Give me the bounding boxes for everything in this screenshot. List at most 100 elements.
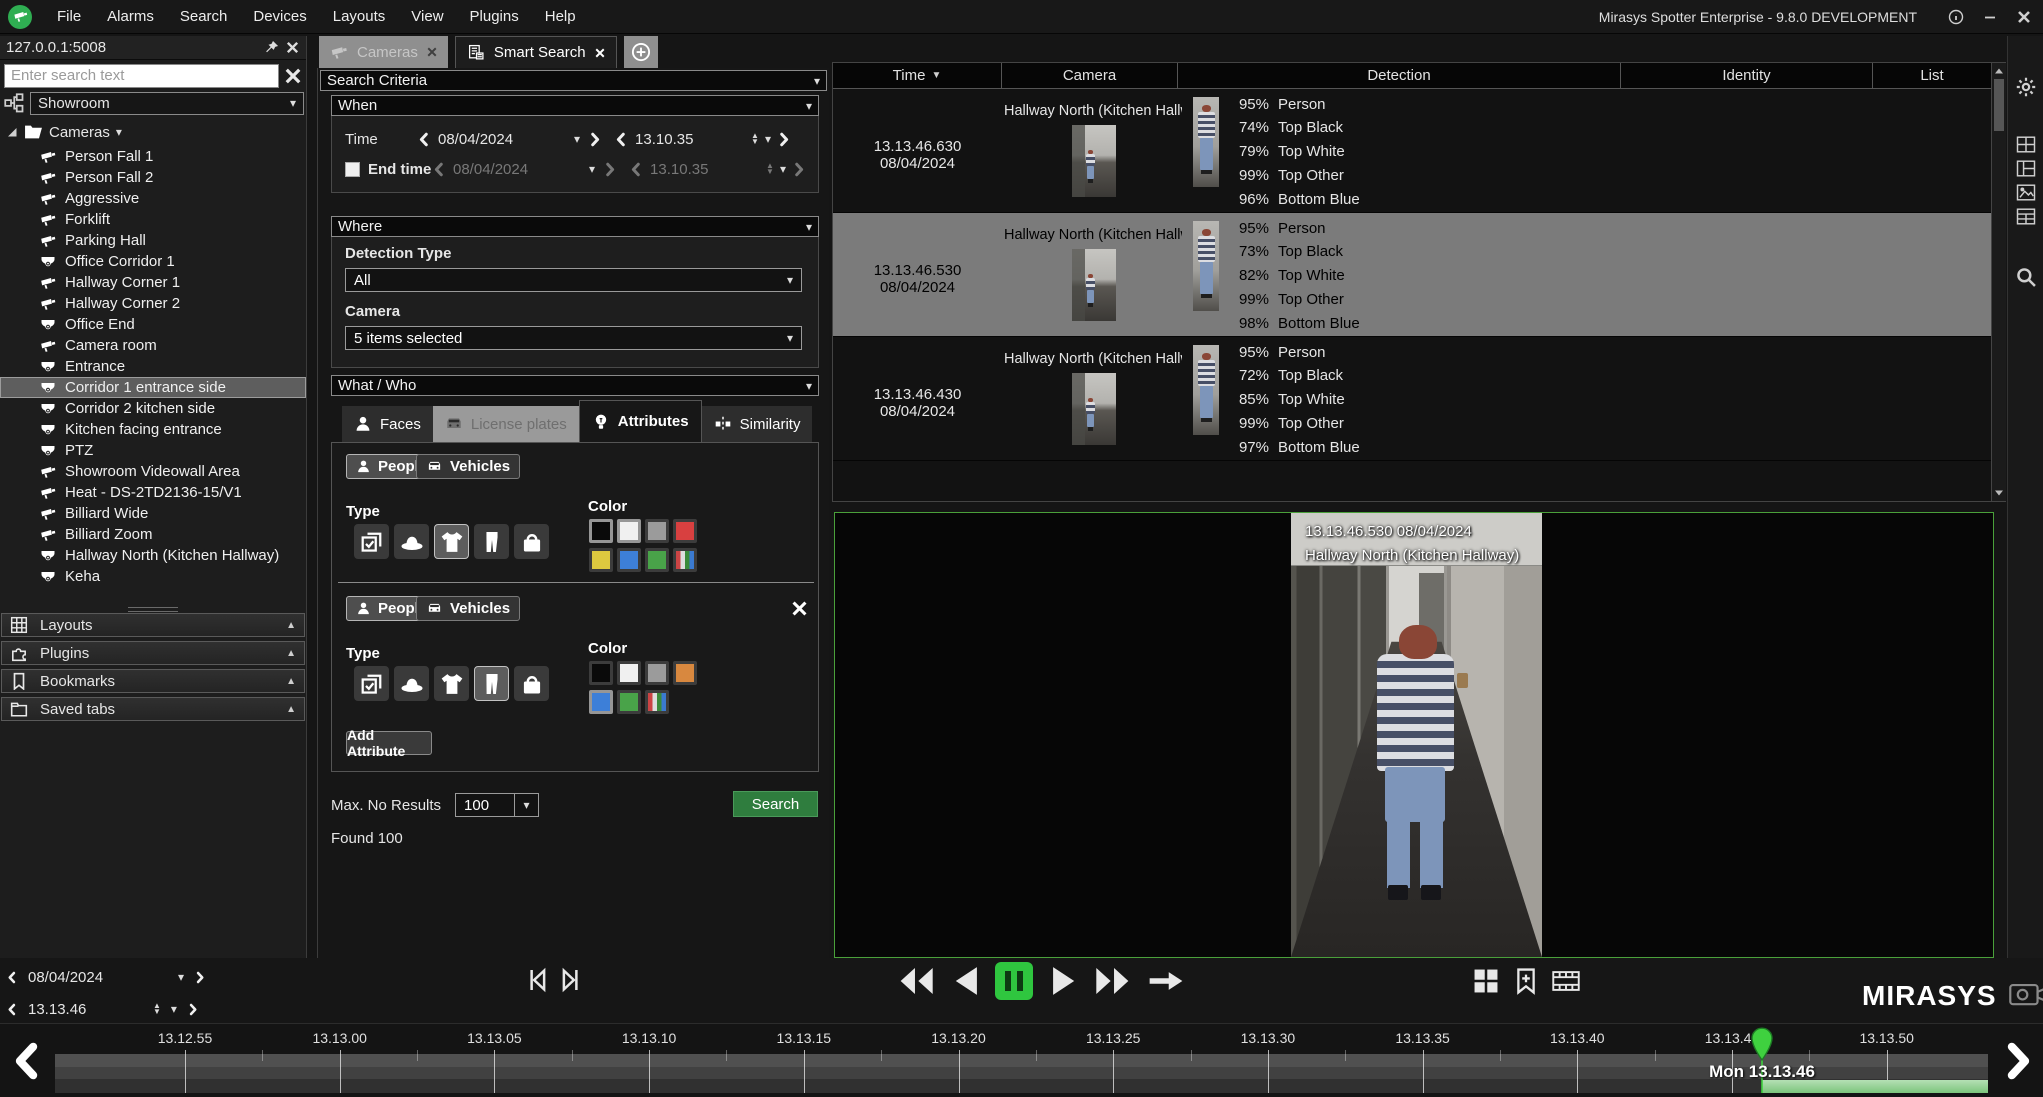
camera-tree-item[interactable]: Hallway Corner 2 — [0, 293, 306, 314]
chevron-left-icon[interactable] — [6, 971, 18, 984]
color-swatch-white[interactable] — [617, 519, 641, 543]
close-button[interactable] — [2015, 8, 2033, 26]
rewind-button[interactable] — [897, 966, 937, 996]
chevron-right-icon[interactable] — [187, 1003, 199, 1016]
chevron-left-icon[interactable] — [614, 132, 628, 147]
pin-icon[interactable] — [264, 40, 279, 55]
tab-smart-search[interactable]: Smart Search — [455, 36, 617, 68]
grid-view-button[interactable] — [1472, 967, 1500, 995]
add-attribute-button[interactable]: Add Attribute — [346, 731, 432, 755]
search-button[interactable]: Search — [733, 791, 818, 817]
chevron-down-icon[interactable]: ▾ — [574, 132, 580, 146]
layout-image-icon[interactable] — [2015, 184, 2037, 201]
menu-item-help[interactable]: Help — [532, 0, 589, 34]
color-swatch-multicolor[interactable] — [645, 690, 669, 714]
vehicles-filter-button[interactable]: Vehicles — [416, 596, 520, 621]
collapse-icon[interactable]: ▲ — [286, 676, 296, 687]
clear-search-icon[interactable] — [283, 66, 303, 86]
camera-tree-item[interactable]: Aggressive — [0, 188, 306, 209]
result-row[interactable]: 13.13.46.43008/04/2024Hallway North (Kit… — [833, 337, 1991, 461]
color-swatch-green[interactable] — [617, 690, 641, 714]
what-who-tab-attributes[interactable]: Attributes — [579, 400, 702, 442]
what-who-tab-license-plates[interactable]: License plates — [433, 406, 579, 442]
type-bag-button[interactable] — [514, 524, 549, 559]
camera-tree-item[interactable]: Camera room — [0, 335, 306, 356]
add-tab-button[interactable] — [624, 36, 658, 68]
collapse-icon[interactable]: ▲ — [286, 704, 296, 715]
camera-tree-root[interactable]: Cameras ▾ — [6, 122, 122, 142]
result-camera-thumbnail[interactable] — [1072, 125, 1116, 197]
fast-forward-button[interactable] — [1092, 966, 1132, 996]
color-swatch-blue[interactable] — [589, 690, 613, 714]
timeline-track-1[interactable] — [55, 1054, 1988, 1067]
layout-grid-icon[interactable] — [2015, 136, 2037, 153]
bookmark-button[interactable] — [1512, 967, 1540, 995]
results-column-identity[interactable]: Identity — [1621, 63, 1873, 89]
jump-live-button[interactable] — [1146, 966, 1186, 996]
camera-tree-item[interactable]: Billiard Zoom — [0, 524, 306, 545]
end-time-checkbox[interactable] — [345, 162, 360, 177]
result-camera-thumbnail[interactable] — [1072, 373, 1116, 445]
time-spinner[interactable]: ▲▼ — [751, 133, 759, 145]
profile-selector[interactable]: Showroom ▾ — [30, 92, 304, 115]
when-header[interactable]: When ▾ — [331, 95, 819, 116]
chevron-down-icon[interactable]: ▾ — [171, 1002, 177, 1016]
color-swatch-blue[interactable] — [617, 548, 641, 572]
camera-tree-item[interactable]: Hallway North (Kitchen Hallway) — [0, 545, 306, 566]
play-backward-button[interactable] — [950, 965, 982, 997]
menu-item-layouts[interactable]: Layouts — [320, 0, 399, 34]
chevron-left-icon[interactable] — [6, 1003, 18, 1016]
type-bag-button[interactable] — [514, 666, 549, 701]
timeline-scroll-left[interactable] — [8, 1032, 46, 1090]
minimize-button[interactable] — [1981, 8, 1999, 26]
result-detection-thumbnail[interactable] — [1193, 97, 1219, 187]
menu-item-devices[interactable]: Devices — [240, 0, 319, 34]
sidebar-panel-bookmarks[interactable]: Bookmarks▲ — [1, 669, 305, 693]
color-swatch-black[interactable] — [589, 519, 613, 543]
play-button[interactable] — [1048, 965, 1080, 997]
playback-time[interactable]: 13.13.46 — [28, 1001, 98, 1018]
time-date-value[interactable]: 08/04/2024 — [438, 131, 526, 148]
type-select-all-button[interactable] — [354, 666, 389, 701]
camera-tree-item[interactable]: Billiard Wide — [0, 503, 306, 524]
camera-filter-dropdown[interactable]: 5 items selected ▾ — [345, 326, 802, 350]
timeline-scroll-right[interactable] — [1999, 1032, 2037, 1090]
time-nav-spinner[interactable]: ▲▼ — [153, 1003, 161, 1015]
color-swatch-orange[interactable] — [673, 661, 697, 685]
color-swatch-white[interactable] — [617, 661, 641, 685]
type-hat-button[interactable] — [394, 524, 429, 559]
chevron-left-icon[interactable] — [432, 162, 446, 177]
color-swatch-gray[interactable] — [645, 519, 669, 543]
menu-item-file[interactable]: File — [44, 0, 94, 34]
chevron-left-icon[interactable] — [629, 162, 643, 177]
results-column-detection[interactable]: Detection — [1178, 63, 1621, 89]
sidebar-panel-saved-tabs[interactable]: Saved tabs▲ — [1, 697, 305, 721]
camera-tree-item[interactable]: Hallway Corner 1 — [0, 272, 306, 293]
collapse-icon[interactable]: ▲ — [286, 620, 296, 631]
time-value[interactable]: 13.10.35 — [635, 131, 703, 148]
timeline-marker-pin[interactable] — [1749, 1027, 1775, 1061]
scroll-up-icon[interactable] — [1993, 65, 2005, 77]
scrollbar-thumb[interactable] — [1994, 79, 2004, 131]
camera-tree-item[interactable]: Office Corridor 1 — [0, 251, 306, 272]
info-button[interactable] — [1947, 8, 1965, 26]
sidebar-panel-layouts[interactable]: Layouts▲ — [1, 613, 305, 637]
type-shirt-button[interactable] — [434, 524, 469, 559]
result-row[interactable]: 13.13.46.53008/04/2024Hallway North (Kit… — [833, 213, 1991, 337]
playback-date[interactable]: 08/04/2024 — [28, 969, 120, 986]
end-date-value[interactable]: 08/04/2024 — [453, 161, 541, 178]
camera-tree-item[interactable]: Entrance — [0, 356, 306, 377]
color-swatch-green[interactable] — [645, 548, 669, 572]
type-shirt-button[interactable] — [434, 666, 469, 701]
result-row[interactable]: 13.13.46.63008/04/2024Hallway North (Kit… — [833, 89, 1991, 213]
close-icon[interactable] — [285, 40, 300, 55]
vehicles-filter-button[interactable]: Vehicles — [416, 454, 520, 479]
camera-tree-item[interactable]: Forklift — [0, 209, 306, 230]
where-header[interactable]: Where ▾ — [331, 216, 819, 237]
result-camera-thumbnail[interactable] — [1072, 249, 1116, 321]
close-tab-icon[interactable] — [594, 47, 606, 59]
sidebar-panel-plugins[interactable]: Plugins▲ — [1, 641, 305, 665]
camera-tree-item[interactable]: Corridor 2 kitchen side — [0, 398, 306, 419]
results-scrollbar[interactable] — [1991, 63, 2006, 501]
timeline-track-3[interactable] — [55, 1079, 1988, 1093]
